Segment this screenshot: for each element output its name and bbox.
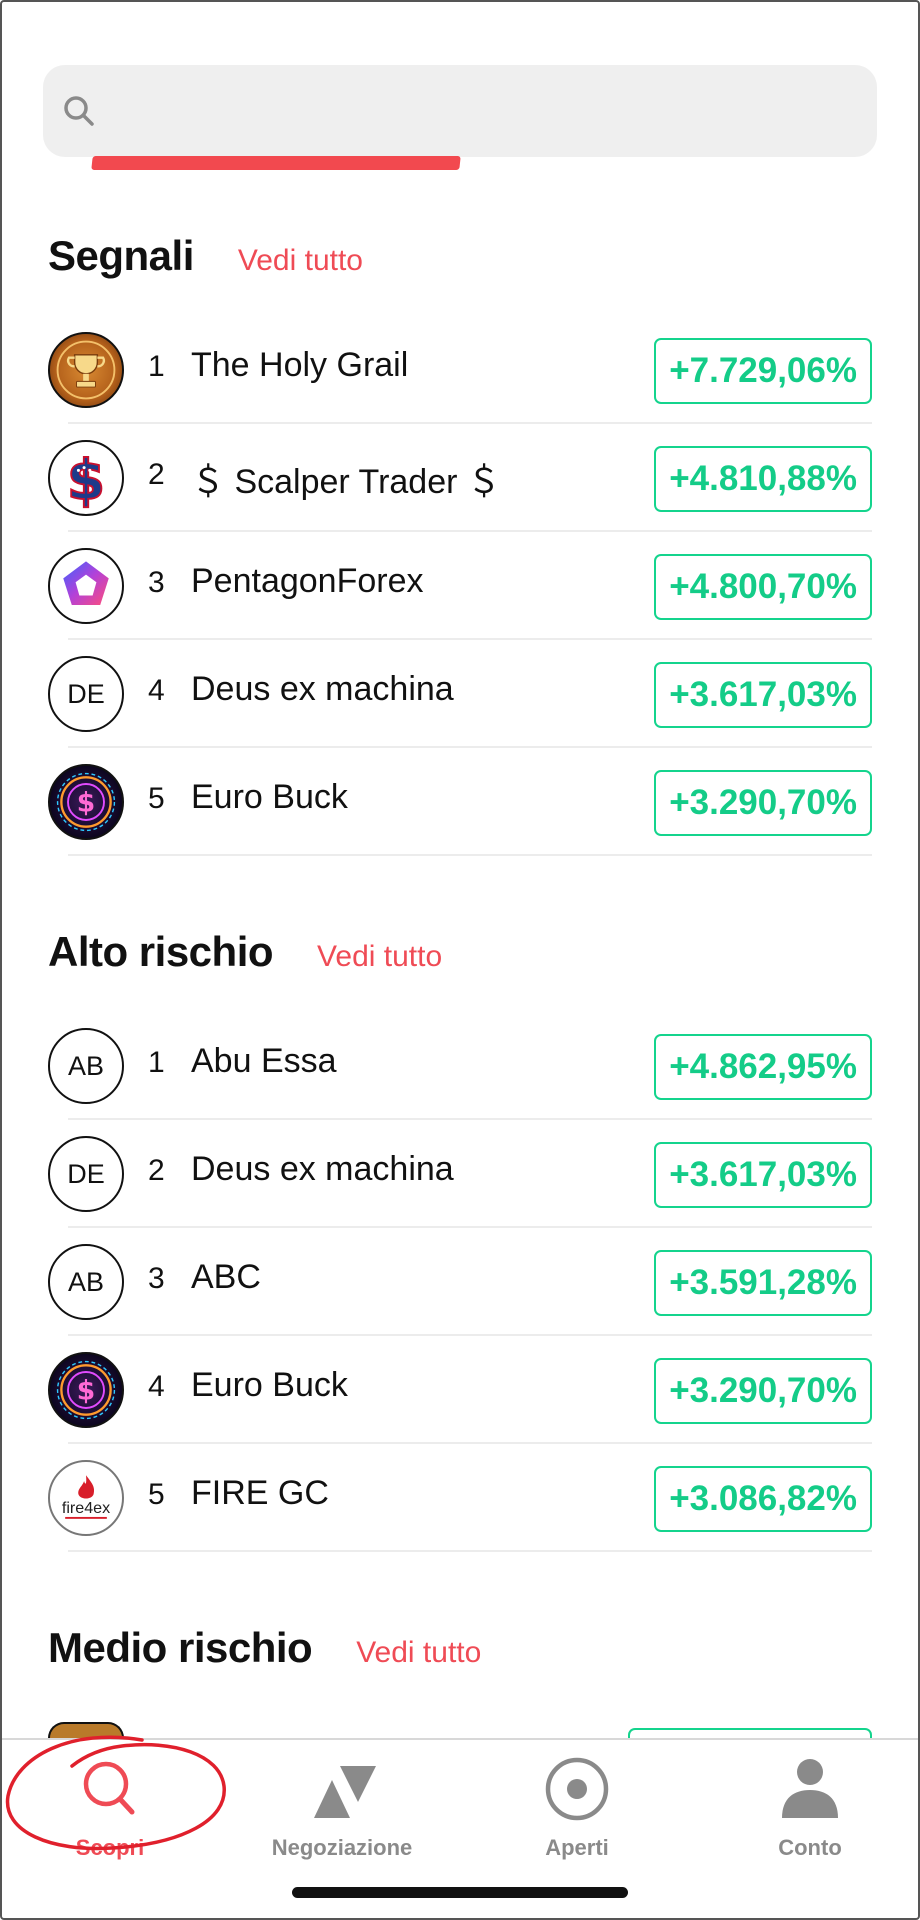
trader-name: ＄ Scalper Trader ＄: [191, 463, 501, 501]
dollar-flag-icon: $: [48, 440, 124, 516]
list-item[interactable]: AB 3 ABC +3.591,28%: [0, 1228, 920, 1336]
avatar-initials: DE: [48, 1136, 124, 1212]
rank-number: 1: [148, 1046, 165, 1079]
trader-name: ABC: [191, 1258, 261, 1296]
rank-number: 4: [148, 1370, 165, 1403]
tab-label: Aperti: [545, 1835, 609, 1860]
return-badge: +3.086,82%: [654, 1466, 872, 1532]
list-item[interactable]: DE 2 Deus ex machina +3.617,03%: [0, 1120, 920, 1228]
home-indicator: [292, 1887, 628, 1898]
list-item[interactable]: $ 2 ＄ Scalper Trader ＄ +4.810,88%: [0, 424, 920, 532]
pentagon-logo-icon: [48, 548, 124, 624]
svg-text:$: $: [77, 787, 95, 818]
svg-text:$: $: [67, 448, 105, 512]
see-all-link[interactable]: Vedi tutto: [317, 940, 442, 974]
trader-name: PentagonForex: [191, 562, 424, 600]
rank-number: 1: [148, 350, 165, 383]
tab-label: Negoziazione: [271, 1835, 413, 1860]
rank-number: 5: [148, 1478, 165, 1511]
rank-number: 5: [148, 782, 165, 815]
neon-coin-icon: $: [48, 764, 124, 840]
list-item[interactable]: $ 5 Euro Buck +3.290,70%: [0, 748, 920, 856]
tab-aperti[interactable]: Aperti: [477, 1752, 677, 1861]
return-badge: +4.862,95%: [654, 1034, 872, 1100]
divider: [68, 854, 872, 856]
svg-text:$: $: [77, 1375, 95, 1406]
return-badge: +3.290,70%: [654, 1358, 872, 1424]
see-all-link[interactable]: Vedi tutto: [356, 1636, 481, 1670]
section-title: Alto rischio: [48, 928, 274, 975]
svg-text:fire4ex: fire4ex: [62, 1499, 110, 1517]
list-item[interactable]: DE 4 Deus ex machina +3.617,03%: [0, 640, 920, 748]
return-badge: +4.800,70%: [654, 554, 872, 620]
return-badge: +3.617,03%: [654, 662, 872, 728]
list-item[interactable]: AB 1 Abu Essa +4.862,95%: [0, 1012, 920, 1120]
list-item[interactable]: 3 PentagonForex +4.800,70%: [0, 532, 920, 640]
radio-circle-icon: [545, 1757, 609, 1821]
neon-coin-icon: $: [48, 1352, 124, 1428]
search-icon: [64, 96, 94, 126]
list-item[interactable]: 1 The Holy Grail +7.729,06%: [0, 316, 920, 424]
rank-number: 3: [148, 566, 165, 599]
return-badge: +4.810,88%: [654, 446, 872, 512]
annotation-circle: [5, 1735, 226, 1851]
return-badge-partial: [628, 1728, 872, 1738]
trader-name: Deus ex machina: [191, 1150, 454, 1188]
trophy-icon: [48, 332, 124, 408]
rank-number: 2: [148, 458, 165, 491]
list-item[interactable]: fire4ex 5 FIRE GC +3.086,82%: [0, 1444, 920, 1552]
avatar-initials: AB: [48, 1028, 124, 1104]
return-badge: +3.617,03%: [654, 1142, 872, 1208]
trader-name: The Holy Grail: [191, 346, 409, 384]
search-bar[interactable]: [43, 65, 877, 157]
return-badge: +3.290,70%: [654, 770, 872, 836]
section-title: Segnali: [48, 232, 194, 279]
annotation-underline: [91, 156, 461, 170]
trader-name: Abu Essa: [191, 1042, 337, 1080]
trader-name: Euro Buck: [191, 1366, 348, 1404]
fire4ex-logo: fire4ex: [48, 1460, 124, 1536]
list-item[interactable]: $ 4 Euro Buck +3.290,70%: [0, 1336, 920, 1444]
tab-label: Conto: [778, 1835, 842, 1860]
avatar-initials: AB: [48, 1244, 124, 1320]
trader-name: Euro Buck: [191, 778, 348, 816]
return-badge: +3.591,28%: [654, 1250, 872, 1316]
tab-negoziazione[interactable]: Negoziazione: [242, 1752, 442, 1861]
section-title: Medio rischio: [48, 1624, 313, 1671]
divider: [68, 1550, 872, 1552]
search-input[interactable]: [113, 65, 853, 157]
rank-number: 3: [148, 1262, 165, 1295]
trader-name: FIRE GC: [191, 1474, 329, 1512]
tab-conto[interactable]: Conto: [710, 1752, 910, 1861]
return-badge: +7.729,06%: [654, 338, 872, 404]
trader-name: Deus ex machina: [191, 670, 454, 708]
rank-number: 4: [148, 674, 165, 707]
rank-number: 2: [148, 1154, 165, 1187]
avatar-initials: DE: [48, 656, 124, 732]
up-down-triangles-icon: [314, 1766, 376, 1818]
person-icon: [782, 1759, 838, 1818]
see-all-link[interactable]: Vedi tutto: [238, 244, 363, 278]
